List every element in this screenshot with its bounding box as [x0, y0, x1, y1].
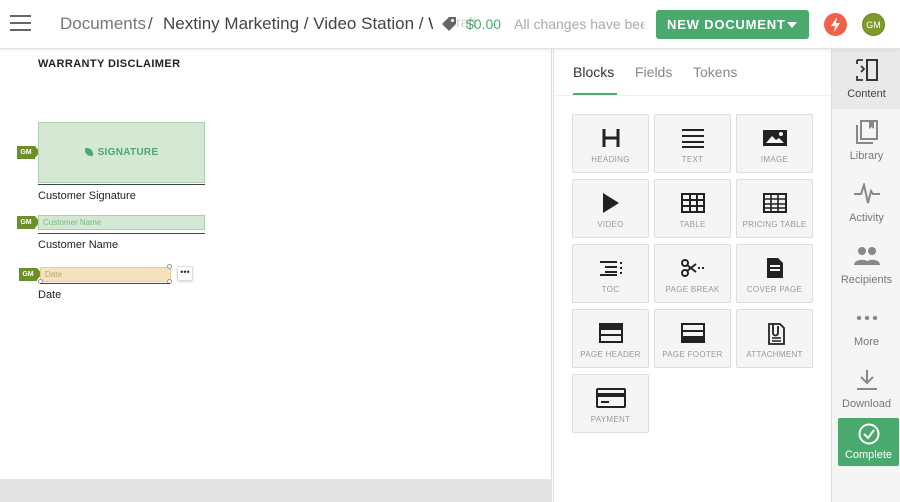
block-label: ATTACHMENT — [746, 350, 803, 359]
date-field[interactable]: Date — [40, 267, 171, 282]
customer-name-field[interactable]: Customer Name — [38, 215, 205, 230]
attachment-icon — [737, 320, 812, 346]
image-icon — [737, 125, 812, 151]
more-icon — [832, 305, 900, 331]
sidebar-item-label: Recipients — [840, 274, 893, 286]
block-page-header[interactable]: PAGE HEADER — [572, 309, 649, 368]
new-document-button[interactable]: NEW DOCUMENT — [656, 10, 809, 39]
name-caption: Customer Name — [38, 239, 119, 251]
block-attachment[interactable]: ATTACHMENT — [736, 309, 813, 368]
content-icon — [832, 57, 900, 83]
download-icon — [832, 367, 900, 393]
block-toc[interactable]: TOC — [572, 244, 649, 303]
block-label: TABLE — [679, 220, 706, 229]
block-label: PAGE BREAK — [665, 285, 720, 294]
sidebar-item-label: Library — [849, 150, 884, 162]
page-header-icon — [573, 320, 648, 346]
document-title[interactable]: Nextiny Marketing / Video Station / W — [163, 14, 433, 34]
save-status: All changes have been — [514, 16, 644, 32]
sidebar-item-more[interactable]: More — [832, 297, 900, 355]
block-payment[interactable]: PAYMENT — [572, 374, 649, 433]
block-text[interactable]: TEXT — [654, 114, 731, 173]
tab-tokens[interactable]: Tokens — [693, 64, 737, 80]
breadcrumb-documents[interactable]: Documents — [60, 14, 146, 34]
block-label: VIDEO — [597, 220, 624, 229]
tab-fields[interactable]: Fields — [635, 64, 672, 80]
pen-icon — [84, 148, 93, 156]
avatar[interactable]: GM — [862, 13, 885, 36]
sidebar-item-recipients[interactable]: Recipients — [832, 235, 900, 293]
sidebar-item-content[interactable]: Content — [832, 49, 900, 109]
signature-label: SIGNATURE — [97, 147, 159, 158]
library-icon — [832, 119, 900, 145]
document-canvas: WARRANTY DISCLAIMER GM SIGNATURE Custome… — [0, 49, 552, 479]
resize-handle[interactable] — [167, 264, 172, 269]
cover-page-icon — [737, 255, 812, 281]
block-label: PRICING TABLE — [742, 220, 807, 229]
lightning-icon[interactable] — [824, 13, 847, 36]
sidebar-item-label: Activity — [849, 212, 884, 224]
block-label: TOC — [601, 285, 620, 294]
section-title: WARRANTY DISCLAIMER — [38, 58, 181, 70]
text-icon — [655, 125, 730, 151]
block-page-break[interactable]: PAGE BREAK — [654, 244, 731, 303]
name-line — [38, 233, 205, 234]
new-document-label: NEW DOCUMENT — [667, 17, 786, 32]
top-bar: Documents / Nextiny Marketing / Video St… — [0, 0, 900, 49]
block-label: COVER PAGE — [746, 285, 803, 294]
heading-icon — [573, 125, 648, 151]
price-tag-icon — [442, 17, 456, 31]
date-caption: Date — [38, 289, 62, 301]
menu-icon[interactable] — [10, 15, 31, 32]
blocks-panel: Blocks Fields Tokens HEADING TEXT IMAGE … — [553, 49, 832, 502]
page-break-icon — [655, 255, 730, 281]
complete-label: Complete — [844, 449, 893, 461]
toc-icon — [573, 255, 648, 281]
signature-field[interactable]: SIGNATURE — [38, 122, 205, 183]
sidebar-item-label: More — [853, 336, 880, 348]
video-icon — [573, 190, 648, 216]
canvas-footer — [0, 479, 552, 502]
breadcrumb-separator: / — [148, 14, 153, 33]
block-label: TEXT — [681, 155, 704, 164]
activity-icon — [832, 181, 900, 207]
block-label: PAYMENT — [590, 415, 631, 424]
page-footer-icon — [655, 320, 730, 346]
sidebar-item-label: Download — [842, 398, 891, 410]
tab-blocks[interactable]: Blocks — [573, 64, 614, 80]
sidebar-item-download[interactable]: Download — [832, 359, 900, 417]
block-label: IMAGE — [760, 155, 789, 164]
block-cover-page[interactable]: COVER PAGE — [736, 244, 813, 303]
tabs-divider — [554, 95, 832, 96]
block-video[interactable]: VIDEO — [572, 179, 649, 238]
assignee-tag[interactable]: GM — [17, 216, 40, 229]
chevron-down-icon[interactable] — [787, 22, 797, 28]
assignee-tag[interactable]: GM — [19, 268, 42, 281]
block-label: PAGE HEADER — [580, 350, 641, 359]
sidebar-item-activity[interactable]: Activity — [832, 173, 900, 231]
signature-line — [38, 184, 205, 185]
pricing-table-icon — [737, 190, 812, 216]
block-heading[interactable]: HEADING — [572, 114, 649, 173]
sidebar-item-label: Content — [847, 88, 886, 100]
sidebar-item-library[interactable]: Library — [832, 111, 900, 169]
block-label: HEADING — [591, 155, 630, 164]
payment-icon — [573, 385, 648, 411]
check-circle-icon — [858, 423, 880, 445]
block-label: PAGE FOOTER — [662, 350, 723, 359]
complete-button[interactable]: Complete — [838, 418, 899, 466]
block-page-footer[interactable]: PAGE FOOTER — [654, 309, 731, 368]
signature-caption: Customer Signature — [38, 190, 136, 202]
recipients-icon — [832, 243, 900, 269]
block-table[interactable]: TABLE — [654, 179, 731, 238]
date-line — [40, 283, 170, 284]
document-price: $0.00 — [466, 16, 502, 32]
assignee-tag[interactable]: GM — [17, 146, 40, 159]
table-icon — [655, 190, 730, 216]
right-sidebar: Content Library Activity Recipients More… — [831, 49, 900, 502]
block-image[interactable]: IMAGE — [736, 114, 813, 173]
block-pricing-table[interactable]: PRICING TABLE — [736, 179, 813, 238]
field-more-button[interactable]: ••• — [177, 266, 193, 281]
